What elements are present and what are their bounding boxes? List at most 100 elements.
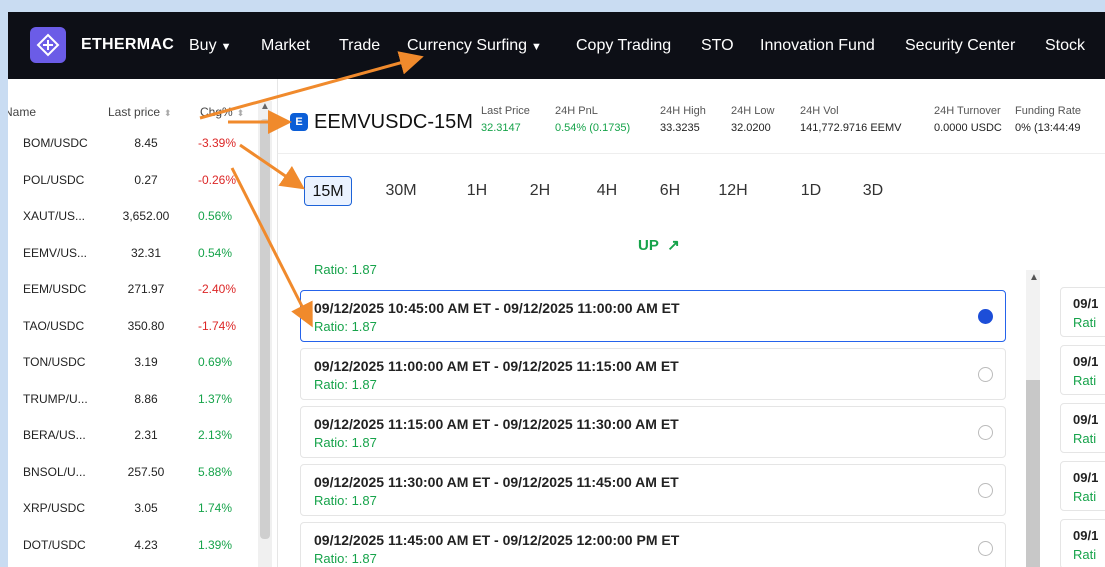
right-option-column: 09/1 Rati 09/1 Rati 09/1 Rati 09/1 Rati 09/1 Rati — [1048, 287, 1105, 567]
symbol-title: EEMVUSDC-15M — [314, 111, 473, 133]
option-time-range: 09/12/2025 11:30:00 AM ET - 09/12/2025 1… — [314, 474, 679, 490]
option-card[interactable]: 09/12/2025 11:30:00 AM ET - 09/12/2025 1… — [300, 464, 1006, 516]
ethermac-logo-icon[interactable] — [30, 27, 66, 63]
option-card-right[interactable]: 09/1 Rati — [1060, 345, 1105, 395]
pair-change: 1.37% — [198, 391, 233, 406]
option-card[interactable]: 09/12/2025 10:45:00 AM ET - 09/12/2025 1… — [300, 290, 1006, 342]
market-row[interactable]: EEMV/US... 32.31 0.54% — [8, 235, 258, 271]
interval-30m[interactable]: 30M — [379, 176, 423, 206]
market-row[interactable]: BNSOL/U... 257.50 5.88% — [8, 454, 258, 490]
direction-label: UP ↗ — [638, 236, 680, 254]
radio-unselected-icon[interactable] — [978, 483, 993, 498]
option-time-range: 09/12/2025 11:45:00 AM ET - 09/12/2025 1… — [314, 532, 680, 548]
pair-change: 0.69% — [198, 355, 233, 369]
option-card[interactable]: 09/12/2025 11:00:00 AM ET - 09/12/2025 1… — [300, 348, 1006, 400]
pair-change: 1.74% — [198, 501, 233, 515]
option-ratio: Ratio: 1.87 — [314, 493, 377, 508]
nav-sto[interactable]: STO — [701, 37, 734, 55]
interval-15m[interactable]: 15M — [304, 176, 352, 206]
pair-price: 3.19 — [134, 355, 158, 369]
pair-change: 0.56% — [198, 209, 233, 223]
option-ratio: Rati — [1073, 547, 1097, 562]
nav-buy-label: Buy — [189, 37, 217, 54]
radio-unselected-icon[interactable] — [978, 541, 993, 556]
stat-value: 0% (13:44:49 — [1015, 122, 1081, 134]
market-scrollbar[interactable]: ▲ — [258, 101, 272, 567]
col-header-change[interactable]: Chg% ⬍ — [200, 105, 244, 119]
nav-stock[interactable]: Stock — [1045, 37, 1085, 55]
radio-unselected-icon[interactable] — [978, 367, 993, 382]
interval-1h[interactable]: 1H — [455, 176, 499, 206]
options-scroll-thumb[interactable] — [1026, 380, 1040, 567]
interval-1d[interactable]: 1D — [789, 176, 833, 206]
pair-name: POL/USDC — [23, 172, 85, 187]
stat-value: 0.54% (0.1735) — [555, 122, 631, 134]
stat-label: Last Price — [481, 105, 530, 117]
option-card-right[interactable]: 09/1 Rati — [1060, 403, 1105, 453]
radio-selected-icon[interactable] — [978, 309, 993, 324]
nav-trade[interactable]: Trade — [339, 37, 380, 55]
option-time-range: 09/1 — [1073, 354, 1099, 369]
stat-value: 32.0200 — [731, 122, 771, 134]
interval-3d[interactable]: 3D — [851, 176, 895, 206]
option-time-range: 09/1 — [1073, 470, 1099, 485]
nav-buy[interactable]: Buy ▼ — [189, 37, 231, 55]
ticker-stat: Funding Rate 0% (13:44:49 — [1015, 105, 1081, 134]
radio-unselected-icon[interactable] — [978, 425, 993, 440]
option-ratio: Ratio: 1.87 — [314, 377, 377, 392]
market-row[interactable]: POL/USDC 0.27 -0.26% — [8, 162, 258, 198]
interval-4h[interactable]: 4H — [585, 176, 629, 206]
option-card[interactable]: 09/12/2025 11:45:00 AM ET - 09/12/2025 1… — [300, 522, 1006, 567]
ticker-stat: 24H Vol 141,772.9716 EEMV — [800, 105, 902, 134]
chevron-up-icon[interactable]: ▲ — [260, 101, 270, 112]
market-row[interactable]: BOM/USDC 8.45 -3.39% — [8, 125, 258, 161]
chevron-down-icon: ▼ — [220, 41, 232, 53]
market-row[interactable]: EEM/USDC 271.97 -2.40% — [8, 271, 258, 307]
interval-12h[interactable]: 12H — [711, 176, 755, 206]
ticker-stat: Last Price 32.3147 — [481, 105, 530, 134]
market-row[interactable]: DOT/USDC 4.23 1.39% — [8, 527, 258, 563]
market-row[interactable]: TRUMP/U... 8.86 1.37% — [8, 381, 258, 417]
stat-value: 33.3235 — [660, 122, 700, 134]
option-time-range: 09/12/2025 10:45:00 AM ET - 09/12/2025 1… — [314, 300, 680, 316]
pair-change: 1.39% — [198, 537, 233, 552]
ticker-stat: 24H Turnover 0.0000 USDC — [934, 105, 1002, 134]
market-scroll-thumb[interactable] — [260, 119, 270, 539]
option-card-right[interactable]: 09/1 Rati — [1060, 287, 1105, 337]
market-row[interactable]: TON/USDC 3.19 0.69% — [8, 344, 258, 380]
col-header-last-price-label: Last price — [108, 105, 161, 119]
pair-name: EEMV/US... — [23, 245, 88, 260]
brand-name[interactable]: ETHERMAC — [81, 36, 174, 54]
option-card-right[interactable]: 09/1 Rati — [1060, 461, 1105, 511]
market-row[interactable]: XRP/USDC 3.05 1.74% — [8, 490, 258, 526]
nav-copy-trading[interactable]: Copy Trading — [576, 37, 671, 55]
market-row[interactable]: BERA/US... 2.31 2.13% — [8, 417, 258, 453]
chevron-up-icon[interactable]: ▲ — [1029, 272, 1039, 283]
option-time-range: 09/1 — [1073, 296, 1099, 311]
ticker-stat: 24H Low 32.0200 — [731, 105, 774, 134]
ticker-stat: 24H High 33.3235 — [660, 105, 706, 134]
interval-6h[interactable]: 6H — [648, 176, 692, 206]
col-header-last-price[interactable]: Last price ⬍ — [108, 105, 172, 119]
nav-currency-surfing[interactable]: Currency Surfing ▼ — [407, 37, 542, 55]
option-card-right[interactable]: 09/1 Rati — [1060, 519, 1105, 567]
pair-price: 257.50 — [127, 464, 165, 479]
app-window: ETHERMAC Buy ▼ Market Trade Currency Surf… — [8, 12, 1105, 567]
market-row[interactable]: TAO/USDC 350.80 -1.74% — [8, 308, 258, 344]
col-header-name[interactable]: Name — [8, 105, 36, 119]
nav-market[interactable]: Market — [261, 37, 310, 55]
options-scrollbar[interactable]: ▲ — [1026, 270, 1040, 567]
nav-innovation-fund[interactable]: Innovation Fund — [760, 37, 875, 55]
nav-security-center[interactable]: Security Center — [905, 37, 1015, 55]
pair-price: 4.23 — [134, 537, 158, 552]
market-row[interactable]: XAUT/US... 3,652.00 0.56% — [8, 198, 258, 234]
option-ratio: Ratio: 1.87 — [314, 319, 377, 334]
top-nav: ETHERMAC Buy ▼ Market Trade Currency Surf… — [8, 12, 1105, 79]
market-list-panel: Name Last price ⬍ Chg% ⬍ BOM/USDC 8.45 -3.39… — [8, 79, 278, 567]
option-card[interactable]: 09/12/2025 11:15:00 AM ET - 09/12/2025 1… — [300, 406, 1006, 458]
ratio-text: Ratio: 1.87 — [314, 262, 377, 277]
interval-2h[interactable]: 2H — [518, 176, 562, 206]
option-time-range: 09/12/2025 11:15:00 AM ET - 09/12/2025 1… — [314, 416, 679, 432]
pair-change: -0.26% — [198, 172, 237, 187]
pair-name: EEM/USDC — [23, 282, 87, 296]
